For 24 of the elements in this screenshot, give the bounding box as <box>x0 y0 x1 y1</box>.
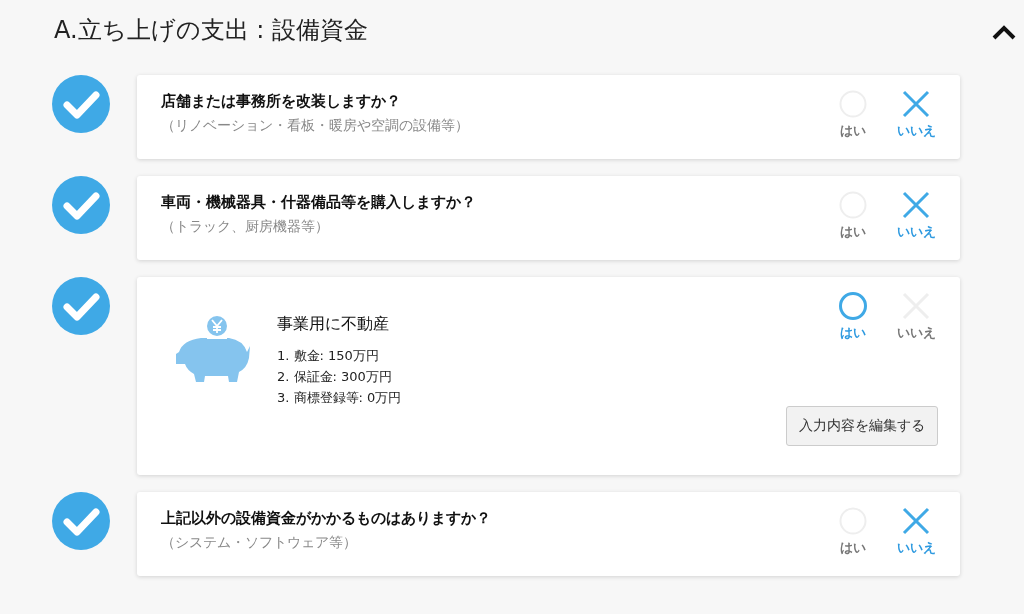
circle-icon <box>838 291 868 321</box>
cross-icon <box>901 89 931 119</box>
no-option[interactable]: いいえ <box>894 291 938 408</box>
amount-line: 2. 保証金: 300万円 <box>277 368 393 386</box>
edit-button[interactable]: 入力内容を編集する <box>786 406 938 446</box>
no-option[interactable]: いいえ <box>894 506 938 557</box>
hint-text: （リノベーション・看板・暖房や空調の設備等） <box>161 117 469 135</box>
section-title: A.立ち上げの支出 : 設備資金 <box>54 15 368 46</box>
yes-option[interactable]: はい <box>831 190 875 241</box>
cross-icon <box>901 506 931 536</box>
yes-option[interactable]: はい <box>831 506 875 557</box>
question-text: 上記以外の設備資金がかかるものはありますか？ <box>161 509 491 528</box>
yes-option[interactable]: はい <box>831 89 875 140</box>
no-option[interactable]: いいえ <box>894 89 938 140</box>
no-option[interactable]: いいえ <box>894 190 938 241</box>
hint-text: （トラック、厨房機器等） <box>161 218 330 236</box>
amount-line: 1. 敷金: 150万円 <box>277 347 380 365</box>
question-text: 店舗または事務所を改装しますか？ <box>161 92 402 111</box>
amount-line: 3. 商標登録等: 0万円 <box>277 389 402 407</box>
yes-option[interactable]: はい <box>831 291 875 408</box>
item-title: 事業用に不動産 <box>277 314 390 335</box>
cross-icon <box>901 190 931 220</box>
question-text: 車両・機械器具・什器備品等を購入しますか？ <box>161 193 476 212</box>
hint-text: （システム・ソフトウェア等） <box>161 534 358 552</box>
